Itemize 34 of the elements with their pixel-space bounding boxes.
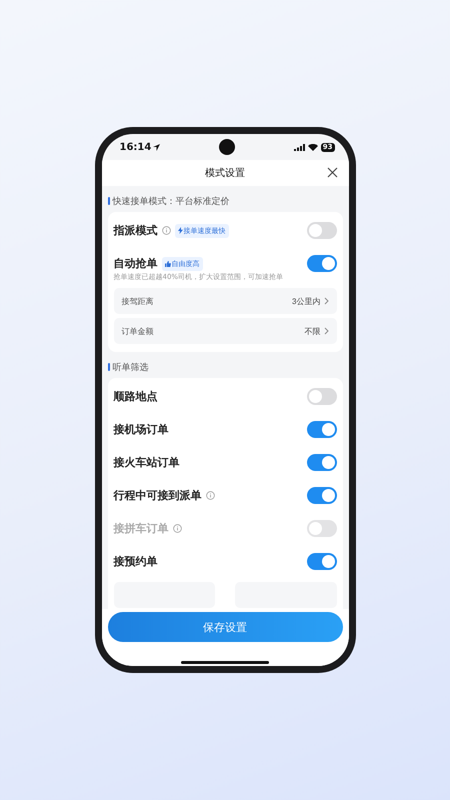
- page-title: 模式设置: [205, 166, 245, 180]
- select-row[interactable]: 接驾距离 3公里内: [114, 288, 336, 314]
- section-marker: [108, 197, 110, 205]
- wifi-icon: [308, 144, 318, 150]
- setting-label: 接火车站订单: [114, 455, 180, 470]
- section-marker: [108, 363, 110, 371]
- section-label: 快速接单模式：平台标准定价: [112, 196, 230, 208]
- camera-cutout: [219, 139, 236, 155]
- status-time: 16:14: [120, 142, 160, 152]
- section-label: 听单筛选: [112, 362, 148, 374]
- info-icon[interactable]: [206, 491, 214, 500]
- toggle-switch[interactable]: [306, 454, 336, 471]
- setting-label: 接机场订单: [114, 422, 168, 437]
- select-row[interactable]: 订单金额 不限: [114, 318, 336, 344]
- setting-label: 行程中可接到派单: [114, 488, 202, 503]
- toggle-switch[interactable]: [306, 388, 336, 405]
- toggle-switch[interactable]: [306, 553, 336, 570]
- chevron-icon: [324, 297, 328, 305]
- location-arrow-icon: [153, 144, 160, 150]
- thumbs-up-icon: [164, 260, 170, 266]
- signal-icon: [294, 144, 305, 150]
- setting-label: 自动抢单: [114, 256, 158, 271]
- toggle-switch[interactable]: [306, 222, 336, 239]
- setting-label: 接拼车订单: [114, 521, 168, 536]
- toggle-switch[interactable]: [306, 487, 336, 504]
- setting-label: 指派模式: [114, 223, 158, 238]
- close-icon[interactable]: [326, 167, 338, 178]
- chevron-icon: [324, 327, 328, 335]
- lightning-icon: [178, 227, 182, 234]
- setting-label: 顺路地点: [114, 389, 158, 404]
- setting-label: 接预约单: [114, 554, 158, 569]
- info-icon[interactable]: [162, 226, 170, 235]
- toggle-switch[interactable]: [306, 255, 336, 272]
- toggle-switch[interactable]: [306, 421, 336, 438]
